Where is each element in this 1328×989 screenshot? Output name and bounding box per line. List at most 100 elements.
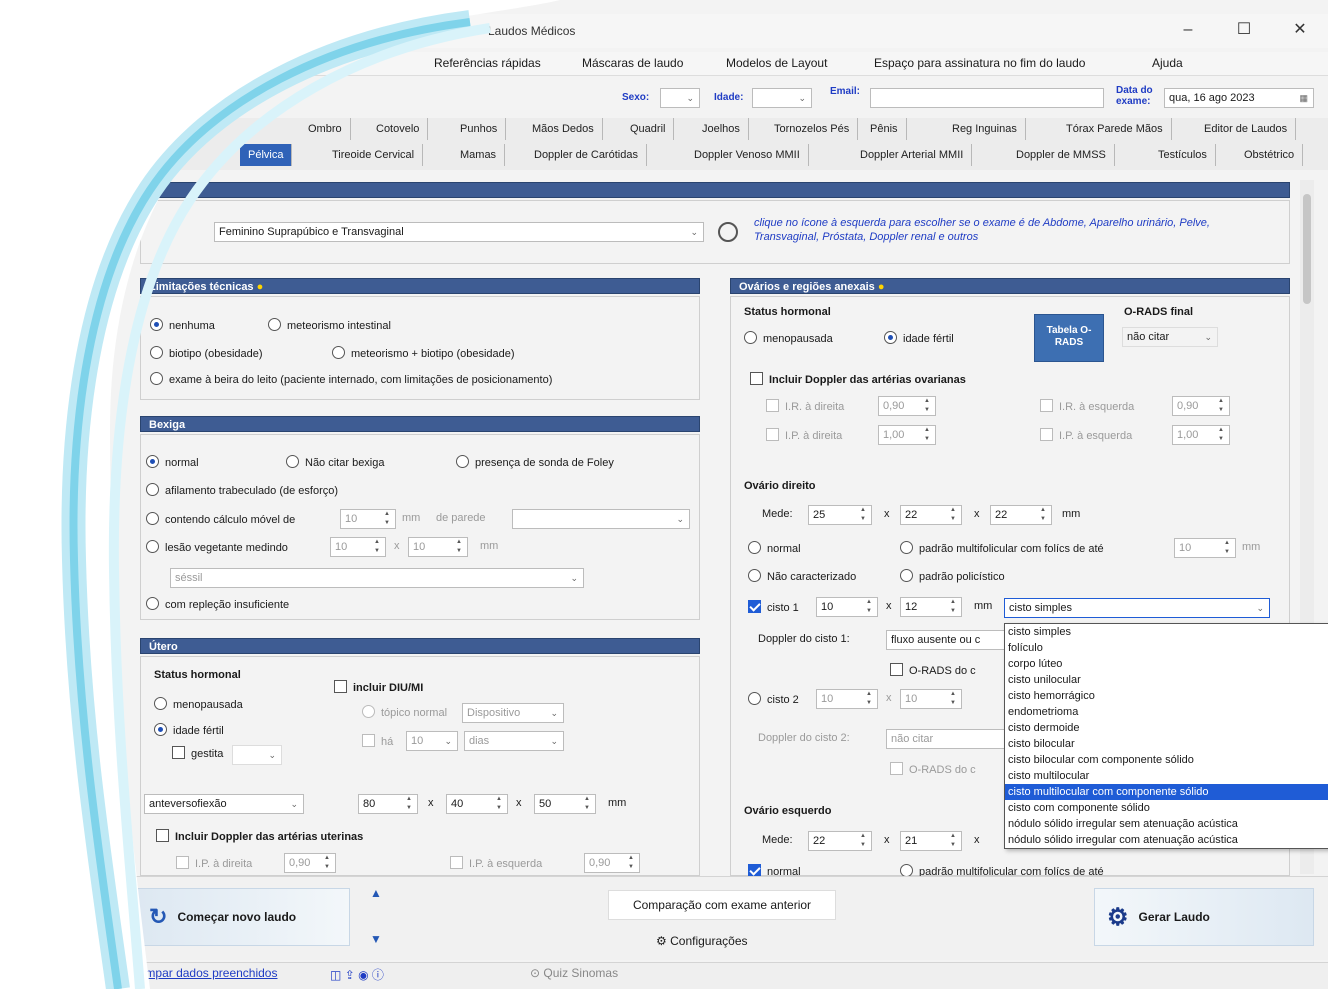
quiz-link[interactable]: ⊙ Quiz Sinomas bbox=[530, 966, 618, 980]
cisto2-dim2[interactable]: 10 bbox=[900, 689, 962, 709]
doppler-cisto1-combo[interactable]: fluxo ausente ou c bbox=[886, 630, 1004, 650]
tab-cotovelo[interactable]: Cotovelo bbox=[368, 118, 429, 140]
tab-doppler-arterial-mmii[interactable]: Doppler Arterial MMII bbox=[852, 144, 973, 166]
ovario-ir-esquerda-stepper[interactable]: 0,90 bbox=[1172, 396, 1230, 416]
bexiga-calculo[interactable]: contendo cálculo móvel de bbox=[146, 512, 295, 526]
ovario-direito-normal[interactable]: normal bbox=[748, 541, 801, 555]
tab-quadril[interactable]: Quadril bbox=[622, 118, 675, 140]
dropdown-option[interactable]: folículo bbox=[1005, 640, 1328, 656]
tab-tireoide-cervical[interactable]: Tireoide Cervical bbox=[324, 144, 424, 166]
utero-menopausada[interactable]: menopausada bbox=[154, 697, 243, 711]
ovarios-idade-fertil[interactable]: idade fértil bbox=[884, 331, 954, 345]
info-icon[interactable]: ⓘ bbox=[372, 968, 384, 982]
tab-punhos[interactable]: Punhos bbox=[452, 118, 507, 140]
tab-reg-inguinas[interactable]: Reg Inguinas bbox=[944, 118, 1026, 140]
ovario-direito-policistico[interactable]: padrão policístico bbox=[900, 569, 1005, 583]
ovario-direito-multifolicular[interactable]: padrão multifolicular com folícs de até bbox=[900, 541, 1104, 555]
dropdown-option[interactable]: cisto simples bbox=[1005, 624, 1328, 640]
globe-icon[interactable]: ◉ bbox=[358, 968, 368, 982]
limitacao-meteorismo[interactable]: meteorismo intestinal bbox=[268, 318, 391, 332]
calculo-size-stepper[interactable]: 10 bbox=[340, 509, 396, 529]
utero-ip-left[interactable]: I.P. à esquerda bbox=[450, 856, 542, 870]
limitacao-biotipo[interactable]: biotipo (obesidade) bbox=[150, 346, 263, 360]
bexiga-normal[interactable]: normal bbox=[146, 455, 199, 469]
dropdown-option[interactable]: corpo lúteo bbox=[1005, 656, 1328, 672]
tab-maos-dedos[interactable]: Mãos Dedos bbox=[524, 118, 603, 140]
utero-dim2-stepper[interactable]: 40 bbox=[446, 794, 508, 814]
bexiga-nao-citar[interactable]: Não citar bexiga bbox=[286, 455, 385, 469]
ovario-direito-dim2[interactable]: 22 bbox=[900, 505, 962, 525]
cisto1-dim2[interactable]: 12 bbox=[900, 597, 962, 617]
tab-obstetrico[interactable]: Obstétrico bbox=[1236, 144, 1304, 166]
utero-ip-right-stepper[interactable]: 0,90 bbox=[284, 853, 336, 873]
dropdown-option[interactable]: endometrioma bbox=[1005, 704, 1328, 720]
ovario-direito-dim3[interactable]: 22 bbox=[990, 505, 1052, 525]
generate-report-button[interactable]: ⚙ Gerar Laudo bbox=[1094, 888, 1314, 946]
orads-cisto2[interactable]: O-RADS do c bbox=[890, 762, 976, 776]
cisto1-dim1[interactable]: 10 bbox=[816, 597, 878, 617]
dropdown-option[interactable]: cisto hemorrágico bbox=[1005, 688, 1328, 704]
orads-table-button[interactable]: Tabela O-RADS bbox=[1034, 314, 1104, 362]
email-input[interactable] bbox=[870, 88, 1104, 108]
menu-ajuda[interactable]: Ajuda bbox=[1152, 56, 1183, 70]
utero-doppler-toggle[interactable]: Incluir Doppler das artérias uterinas bbox=[156, 829, 363, 843]
scroll-down-arrow-icon[interactable]: ▼ bbox=[370, 932, 382, 946]
cisto2-dim1[interactable]: 10 bbox=[816, 689, 878, 709]
tab-doppler-de-mmss[interactable]: Doppler de MMSS bbox=[1008, 144, 1115, 166]
dropdown-option[interactable]: cisto unilocular bbox=[1005, 672, 1328, 688]
dropdown-option[interactable]: cisto com componente sólido bbox=[1005, 800, 1328, 816]
utero-dim3-stepper[interactable]: 50 bbox=[534, 794, 596, 814]
minimize-button[interactable]: – bbox=[1168, 18, 1208, 42]
dropdown-option[interactable]: cisto multilocular com componente sólido bbox=[1005, 784, 1328, 800]
dropdown-option[interactable]: cisto bilocular bbox=[1005, 736, 1328, 752]
exam-type-select[interactable]: Feminino Suprapúbico e Transvaginal ⌄ bbox=[214, 222, 704, 242]
folic-size-stepper[interactable]: 10 bbox=[1174, 538, 1236, 558]
ovarios-menopausada[interactable]: menopausada bbox=[744, 331, 833, 345]
utero-dim1-stepper[interactable]: 80 bbox=[358, 794, 418, 814]
utero-gestita[interactable]: gestita bbox=[172, 746, 223, 760]
ovario-ip-direita-stepper[interactable]: 1,00 bbox=[878, 425, 936, 445]
ovario-direito-nao-caracterizado[interactable]: Não caracterizado bbox=[748, 569, 856, 583]
gestita-combo[interactable]: ⌄ bbox=[232, 745, 282, 765]
ovario-ip-direita[interactable]: I.P. à direita bbox=[766, 428, 842, 442]
sexo-select[interactable]: ⌄ bbox=[660, 88, 700, 108]
tab-editor-de-laudos[interactable]: Editor de Laudos bbox=[1196, 118, 1297, 140]
data-exame-picker[interactable]: qua, 16 ago 2023 ▦ bbox=[1164, 88, 1314, 108]
tab-joelhos[interactable]: Joelhos bbox=[694, 118, 749, 140]
lesao-type-combo[interactable]: séssil ⌄ bbox=[170, 568, 584, 588]
tab-testiculos[interactable]: Testículos bbox=[1150, 144, 1216, 166]
bexiga-lesao[interactable]: lesão vegetante medindo bbox=[146, 540, 288, 554]
ovario-ip-esquerda-stepper[interactable]: 1,00 bbox=[1172, 425, 1230, 445]
chart-icon[interactable]: ◫ bbox=[330, 968, 341, 982]
tab-pelvica[interactable]: Pélvica bbox=[240, 144, 293, 166]
cisto2-toggle[interactable]: cisto 2 bbox=[748, 692, 799, 706]
tab-tornozelos-pes[interactable]: Tornozelos Pés bbox=[766, 118, 859, 140]
share-icon[interactable]: ⇪ bbox=[345, 968, 355, 982]
clear-data-link[interactable]: ↻Limpar dados preenchidos bbox=[126, 966, 277, 980]
menu-mascaras[interactable]: Máscaras de laudo bbox=[582, 56, 683, 70]
ovario-ir-direita[interactable]: I.R. à direita bbox=[766, 399, 844, 413]
close-button[interactable]: ✕ bbox=[1280, 18, 1320, 42]
bexiga-repleção[interactable]: com repleção insuficiente bbox=[146, 597, 289, 611]
compare-previous-button[interactable]: Comparação com exame anterior bbox=[608, 890, 836, 920]
diu-ha[interactable]: há bbox=[362, 734, 393, 748]
dropdown-option[interactable]: cisto dermoide bbox=[1005, 720, 1328, 736]
ovario-ir-esquerda[interactable]: I.R. à esquerda bbox=[1040, 399, 1134, 413]
tab-ombro[interactable]: Ombro bbox=[300, 118, 351, 140]
dropdown-option[interactable]: cisto bilocular com componente sólido bbox=[1005, 752, 1328, 768]
maximize-button[interactable]: ☐ bbox=[1224, 18, 1264, 42]
cisto1-type-combo[interactable]: cisto simples ⌄ bbox=[1004, 598, 1270, 618]
lesao-size1-stepper[interactable]: 10 bbox=[330, 537, 386, 557]
menu-modelos-layout[interactable]: Modelos de Layout bbox=[726, 56, 827, 70]
utero-position-combo[interactable]: anteversofiexão ⌄ bbox=[144, 794, 304, 814]
new-report-button[interactable]: ↻ Começar novo laudo bbox=[136, 888, 350, 946]
calculo-combo[interactable]: ⌄ bbox=[512, 509, 690, 529]
dropdown-option[interactable]: cisto multilocular bbox=[1005, 768, 1328, 784]
lesao-size2-stepper[interactable]: 10 bbox=[408, 537, 468, 557]
orads-cisto1[interactable]: O-RADS do c bbox=[890, 663, 976, 677]
ovario-ir-direita-stepper[interactable]: 0,90 bbox=[878, 396, 936, 416]
bexiga-afilamento[interactable]: afilamento trabeculado (de esforço) bbox=[146, 483, 338, 497]
idade-select[interactable]: ⌄ bbox=[752, 88, 812, 108]
limitacao-beira-leito[interactable]: exame à beira do leito (paciente interna… bbox=[150, 372, 552, 386]
diu-time-combo[interactable]: 10 ⌄ bbox=[406, 731, 458, 751]
